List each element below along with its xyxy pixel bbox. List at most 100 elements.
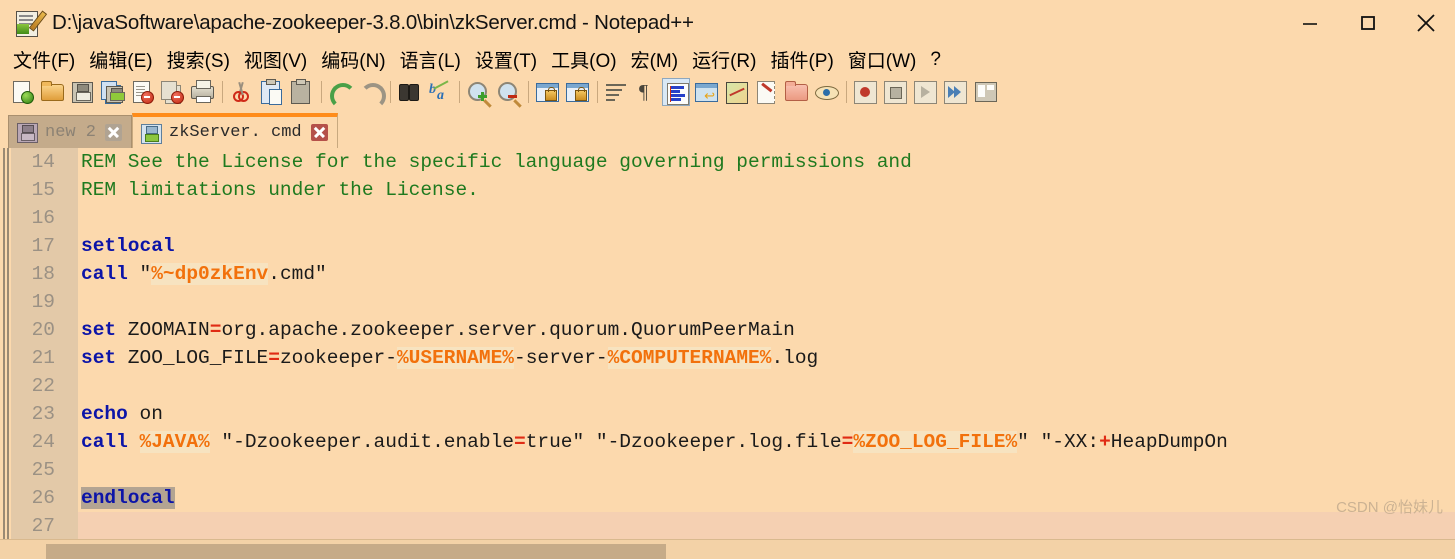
indent-guide-icon[interactable] (662, 78, 690, 106)
saved-file-icon (141, 123, 163, 144)
undo-icon[interactable] (326, 78, 356, 109)
menu-file[interactable]: 文件(F) (6, 46, 82, 73)
maximize-icon[interactable] (1339, 0, 1397, 45)
close-all-icon[interactable] (158, 78, 186, 106)
menu-settings[interactable]: 设置(T) (468, 46, 544, 73)
print-icon[interactable] (188, 78, 216, 106)
code-line-text[interactable]: endlocal (78, 484, 1455, 512)
word-wrap-icon[interactable] (602, 78, 630, 106)
toolbar-separator (386, 78, 395, 106)
code-line[interactable]: 15 REM limitations under the License. (0, 176, 1455, 204)
code-token: -server- (514, 347, 608, 369)
replace-icon[interactable]: ba (425, 78, 453, 106)
stop-recording-icon[interactable] (881, 78, 909, 106)
menu-run[interactable]: 运行(R) (685, 46, 763, 73)
sync-vertical-scroll-icon[interactable] (533, 78, 561, 106)
show-all-characters-icon[interactable]: ¶ (632, 78, 660, 106)
tab-close-icon[interactable] (310, 124, 328, 141)
code-token: endlocal (81, 487, 175, 509)
close-file-icon[interactable] (128, 78, 156, 106)
code-line-text[interactable]: set ZOO_LOG_FILE=zookeeper-%USERNAME%-se… (78, 344, 1455, 372)
zoom-in-icon[interactable] (464, 78, 492, 106)
code-line-text[interactable]: set ZOOMAIN=org.apache.zookeeper.server.… (78, 316, 1455, 344)
menu-encoding[interactable]: 编码(N) (314, 46, 392, 73)
code-content[interactable]: 14 REM See the License for the specific l… (0, 148, 1455, 539)
close-icon[interactable] (1397, 0, 1455, 45)
title-bar: D:\javaSoftware\apache-zookeeper-3.8.0\b… (0, 0, 1455, 45)
code-token: zookeeper- (279, 347, 397, 369)
save-icon[interactable] (68, 78, 96, 106)
menu-window[interactable]: 窗口(W) (841, 46, 924, 73)
save-all-icon[interactable] (98, 78, 126, 106)
menu-help[interactable]: ? (923, 49, 948, 71)
menu-tools[interactable]: 工具(O) (544, 46, 623, 73)
code-line[interactable]: 27 (0, 512, 1455, 539)
open-file-icon[interactable] (38, 78, 66, 106)
code-line[interactable]: 22 (0, 372, 1455, 400)
code-line[interactable]: 14 REM See the License for the specific l… (0, 148, 1455, 176)
play-macro-icon[interactable] (911, 78, 939, 106)
tab-zkserver-cmd[interactable]: zkServer. cmd (132, 113, 338, 148)
code-token: on (127, 403, 163, 425)
line-number: 17 (31, 235, 55, 257)
code-line-text[interactable]: echo on (78, 400, 1455, 428)
code-token: setlocal (81, 235, 175, 257)
minimize-icon[interactable] (1281, 0, 1339, 45)
horizontal-scrollbar[interactable] (0, 539, 1455, 559)
line-number: 24 (31, 431, 55, 453)
code-line-text[interactable]: REM limitations under the License. (78, 176, 1455, 204)
code-token: true" "-Dzookeeper.log.file (525, 431, 842, 453)
code-line-text[interactable]: call "%~dp0zkEnv.cmd" (78, 260, 1455, 288)
run-icon[interactable] (971, 78, 999, 106)
code-token: = (841, 431, 854, 453)
code-line-text[interactable]: setlocal (78, 232, 1455, 260)
record-macro-icon[interactable] (851, 78, 879, 106)
zoom-out-icon[interactable] (494, 78, 522, 106)
folder-as-workspace-icon[interactable] (782, 78, 810, 106)
function-list-icon[interactable] (752, 78, 780, 106)
scrollbar-track[interactable] (11, 542, 1455, 559)
code-line-text[interactable]: call %JAVA% "-Dzookeeper.audit.enable=tr… (78, 428, 1455, 456)
menu-search[interactable]: 搜索(S) (160, 46, 237, 73)
find-icon[interactable] (395, 78, 423, 106)
code-line[interactable]: 16 (0, 204, 1455, 232)
code-line[interactable]: 21 set ZOO_LOG_FILE=zookeeper-%USERNAME%-… (0, 344, 1455, 372)
copy-icon[interactable] (257, 78, 285, 106)
code-token: .cmd" (268, 263, 327, 285)
user-defined-language-icon[interactable] (692, 78, 720, 106)
code-line[interactable]: 20 set ZOOMAIN=org.apache.zookeeper.serve… (0, 316, 1455, 344)
code-line[interactable]: 26 endlocal (0, 484, 1455, 512)
sync-horizontal-scroll-icon[interactable] (563, 78, 591, 106)
toolbar-separator (524, 78, 533, 106)
menu-edit[interactable]: 编辑(E) (82, 46, 159, 73)
code-token: call (81, 431, 128, 453)
menu-plugins[interactable]: 插件(P) (763, 46, 840, 73)
code-line[interactable]: 23 echo on (0, 400, 1455, 428)
code-line[interactable]: 19 (0, 288, 1455, 316)
cut-icon[interactable] (227, 78, 255, 106)
code-token: set (81, 347, 117, 369)
scrollbar-thumb[interactable] (46, 544, 666, 559)
code-line[interactable]: 25 (0, 456, 1455, 484)
tab-label: zkServer. cmd (169, 123, 302, 142)
document-map-icon[interactable] (722, 78, 750, 106)
notepadpp-window: D:\javaSoftware\apache-zookeeper-3.8.0\b… (0, 0, 1455, 559)
run-macro-multiple-icon[interactable] (941, 78, 969, 106)
code-line-text[interactable]: REM See the License for the specific lan… (78, 148, 1455, 176)
code-editor[interactable]: 14 REM See the License for the specific l… (0, 148, 1455, 539)
paste-icon[interactable] (287, 78, 315, 106)
tab-close-icon[interactable] (105, 123, 123, 141)
menu-macro[interactable]: 宏(M) (624, 46, 685, 73)
code-token: REM See the License for the specific lan… (81, 151, 912, 173)
code-line[interactable]: 17 setlocal (0, 232, 1455, 260)
toolbar-separator (455, 78, 464, 106)
new-file-icon[interactable] (8, 78, 36, 106)
code-line[interactable]: 18 call "%~dp0zkEnv.cmd" (0, 260, 1455, 288)
redo-icon[interactable] (356, 78, 386, 109)
tab-new-2[interactable]: new 2 (8, 115, 133, 148)
code-line[interactable]: 24 call %JAVA% "-Dzookeeper.audit.enable=… (0, 428, 1455, 456)
menu-language[interactable]: 语言(L) (393, 46, 468, 73)
monitoring-icon[interactable] (812, 78, 840, 106)
menu-view[interactable]: 视图(V) (237, 46, 314, 73)
toolbar-separator (593, 78, 602, 106)
